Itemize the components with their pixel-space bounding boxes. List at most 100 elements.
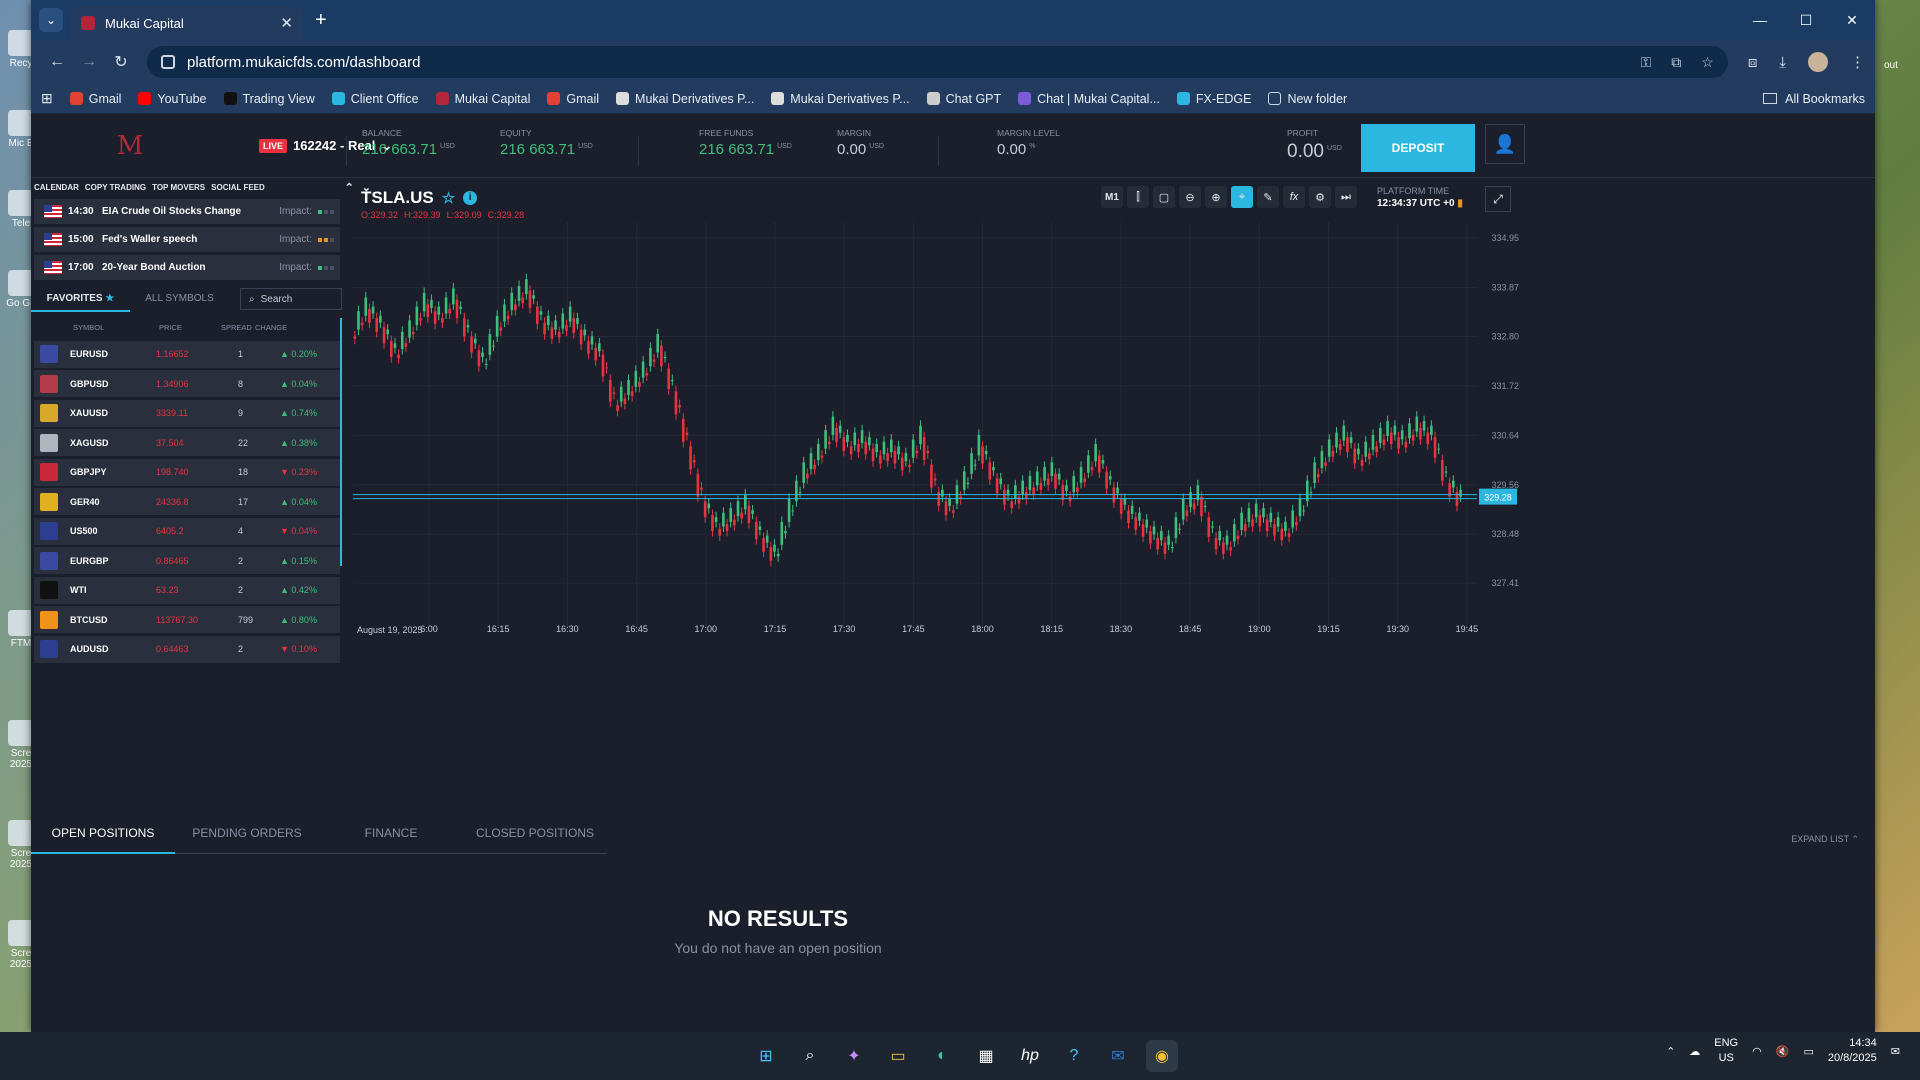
- symbol-row[interactable]: GER40 24336.8 17 ▲ 0.04%: [34, 488, 340, 515]
- crosshair-icon[interactable]: ⌖: [1231, 186, 1253, 208]
- calendar-event[interactable]: 17:00 20-Year Bond Auction Impact:: [34, 255, 340, 280]
- search-input[interactable]: ⌕ Search: [240, 288, 342, 310]
- bookmark-item[interactable]: Gmail: [547, 92, 599, 106]
- bookmark-item[interactable]: Mukai Derivatives P...: [616, 92, 754, 106]
- battery-icon[interactable]: ▭: [1803, 1045, 1813, 1058]
- calendar-event[interactable]: 15:00 Fed's Waller speech Impact:: [34, 227, 340, 252]
- bookmark-item[interactable]: FX-EDGE: [1176, 92, 1251, 106]
- candle-body: [984, 450, 988, 455]
- pen-icon[interactable]: ✎: [1257, 186, 1279, 208]
- symbol-row[interactable]: EURGBP 0.86465 2 ▲ 0.15%: [34, 547, 340, 574]
- bookmark-item[interactable]: Chat | Mukai Capital...: [1018, 92, 1160, 106]
- tab-top-movers[interactable]: TOP MOVERS: [152, 183, 205, 192]
- tab-search-icon[interactable]: ⌄: [39, 8, 63, 32]
- close-tab-icon[interactable]: ✕: [280, 14, 293, 32]
- onedrive-icon[interactable]: ☁: [1689, 1045, 1700, 1058]
- price-chart[interactable]: 334.95 333.87 332.80 331.72 330.64 329.56 328.…: [347, 222, 1525, 652]
- zoom-out-icon[interactable]: ⊖: [1179, 186, 1201, 208]
- fullscreen-icon[interactable]: ⤢: [1485, 186, 1511, 212]
- notifications-icon[interactable]: ✉: [1891, 1045, 1900, 1058]
- rectangle-icon[interactable]: ▢: [1153, 186, 1175, 208]
- tab-finance[interactable]: FINANCE: [319, 826, 463, 854]
- reload-icon[interactable]: ↻: [105, 52, 137, 72]
- candle-body: [1331, 450, 1335, 457]
- play-end-icon[interactable]: ⏭: [1335, 186, 1357, 208]
- outlook-icon[interactable]: ✉: [1102, 1040, 1134, 1072]
- hp-icon[interactable]: hp: [1014, 1040, 1046, 1072]
- tab-pending-orders[interactable]: PENDING ORDERS: [175, 826, 319, 854]
- bookmark-item[interactable]: YouTube: [138, 92, 207, 106]
- candles-icon[interactable]: ⫿: [1127, 186, 1149, 208]
- tab-all-symbols[interactable]: ALL SYMBOLS: [130, 286, 229, 312]
- edge-icon[interactable]: ◐: [926, 1040, 958, 1072]
- help-icon[interactable]: ?: [1058, 1040, 1090, 1072]
- windows-start-icon[interactable]: ⊞: [750, 1040, 782, 1072]
- tab-open-positions[interactable]: OPEN POSITIONS: [31, 826, 175, 854]
- close-window-icon[interactable]: ✕: [1829, 0, 1875, 40]
- tab-social-feed[interactable]: SOCIAL FEED: [211, 183, 265, 192]
- symbol-list-scrollbar[interactable]: [340, 318, 342, 566]
- symbol-row[interactable]: BTCUSD 113767.30 799 ▲ 0.80%: [34, 606, 340, 633]
- back-icon[interactable]: ←: [41, 53, 73, 71]
- user-profile-icon[interactable]: 👤: [1485, 124, 1525, 164]
- candle-body: [1211, 526, 1214, 528]
- bookmark-star-icon[interactable]: ☆: [1701, 54, 1714, 71]
- browser-tab[interactable]: Mukai Capital ✕: [71, 6, 303, 40]
- password-key-icon[interactable]: ⚿: [1641, 54, 1652, 71]
- bookmark-item[interactable]: Trading View: [223, 92, 315, 106]
- apps-grid-icon[interactable]: ⊞: [41, 90, 53, 107]
- candle-body: [1061, 485, 1065, 501]
- symbol-row[interactable]: GBPUSD 1.34906 8 ▲ 0.04%: [34, 370, 340, 397]
- info-icon[interactable]: i: [463, 191, 478, 205]
- search-icon[interactable]: ⌕: [794, 1040, 826, 1072]
- install-app-icon[interactable]: ⧉: [1671, 54, 1681, 71]
- wifi-icon[interactable]: ◠: [1752, 1045, 1762, 1058]
- zoom-in-icon[interactable]: ⊕: [1205, 186, 1227, 208]
- bookmark-item[interactable]: Mukai Capital: [435, 92, 530, 106]
- bookmark-item[interactable]: Client Office: [331, 92, 419, 106]
- indicators-fx-icon[interactable]: fx: [1283, 186, 1305, 208]
- minimize-icon[interactable]: —: [1737, 0, 1783, 40]
- calendar-event[interactable]: 14:30 EIA Crude Oil Stocks Change Impact:: [34, 199, 340, 224]
- bookmark-item[interactable]: Gmail: [69, 92, 121, 106]
- menu-kebab-icon[interactable]: ⋮: [1850, 53, 1865, 71]
- deposit-button[interactable]: DEPOSIT: [1361, 124, 1475, 172]
- chrome-icon[interactable]: ◉: [1146, 1040, 1178, 1072]
- profile-avatar[interactable]: [1808, 52, 1828, 72]
- candle-body: [988, 462, 992, 480]
- symbol-row[interactable]: XAUUSD 3339.11 9 ▲ 0.74%: [34, 399, 340, 427]
- tray-overflow-icon[interactable]: ⌃: [1666, 1045, 1675, 1058]
- bookmark-item[interactable]: Mukai Derivatives P...: [771, 92, 910, 106]
- tab-favorites[interactable]: FAVORITES ★: [31, 286, 130, 312]
- maximize-icon[interactable]: ☐: [1783, 0, 1829, 40]
- forward-icon[interactable]: →: [73, 53, 105, 71]
- timeframe-m1-button[interactable]: M1: [1101, 186, 1123, 208]
- new-tab-icon[interactable]: +: [315, 9, 327, 32]
- download-icon[interactable]: ⤓: [1779, 54, 1786, 71]
- symbol-row[interactable]: XAGUSD 37.504 22 ▲ 0.38%: [34, 429, 340, 456]
- tab-closed-positions[interactable]: CLOSED POSITIONS: [463, 826, 607, 854]
- symbol-row[interactable]: US500 6405.2 4 ▼ 0.04%: [34, 517, 340, 545]
- symbol-row[interactable]: WTI 63.23 2 ▲ 0.42%: [34, 576, 340, 604]
- clock[interactable]: 14:34 20/8/2025: [1828, 1036, 1877, 1066]
- tab-copy-trading[interactable]: COPY TRADING: [85, 183, 146, 192]
- url-input[interactable]: platform.mukaicfds.com/dashboard ⚿ ⧉ ☆: [147, 46, 1728, 78]
- favorite-star-icon[interactable]: ☆: [442, 189, 455, 207]
- expand-list-button[interactable]: EXPAND LIST ⌃: [1791, 834, 1859, 845]
- symbol-row[interactable]: AUDUSD 0.64463 2 ▼ 0.10%: [34, 635, 340, 663]
- copilot-icon[interactable]: ✦: [838, 1040, 870, 1072]
- mukai-logo[interactable]: M: [65, 123, 195, 169]
- extensions-icon[interactable]: ⧈: [1748, 54, 1758, 71]
- bookmark-item[interactable]: Chat GPT: [926, 92, 1001, 106]
- symbol-row[interactable]: EURUSD 1.16652 1 ▲ 0.20%: [34, 340, 340, 368]
- gear-icon[interactable]: ⚙: [1309, 186, 1331, 208]
- all-bookmarks[interactable]: All Bookmarks: [1763, 92, 1865, 106]
- store-icon[interactable]: ▦: [970, 1040, 1002, 1072]
- file-explorer-icon[interactable]: ▭: [882, 1040, 914, 1072]
- language-indicator[interactable]: ENG US: [1714, 1036, 1738, 1066]
- site-info-icon[interactable]: [161, 55, 175, 69]
- volume-muted-icon[interactable]: 🔇: [1776, 1045, 1790, 1058]
- symbol-row[interactable]: GBPJPY 198.740 18 ▼ 0.23%: [34, 458, 340, 486]
- bookmark-folder[interactable]: New folder: [1268, 92, 1347, 106]
- tab-calendar[interactable]: CALENDAR: [34, 183, 79, 192]
